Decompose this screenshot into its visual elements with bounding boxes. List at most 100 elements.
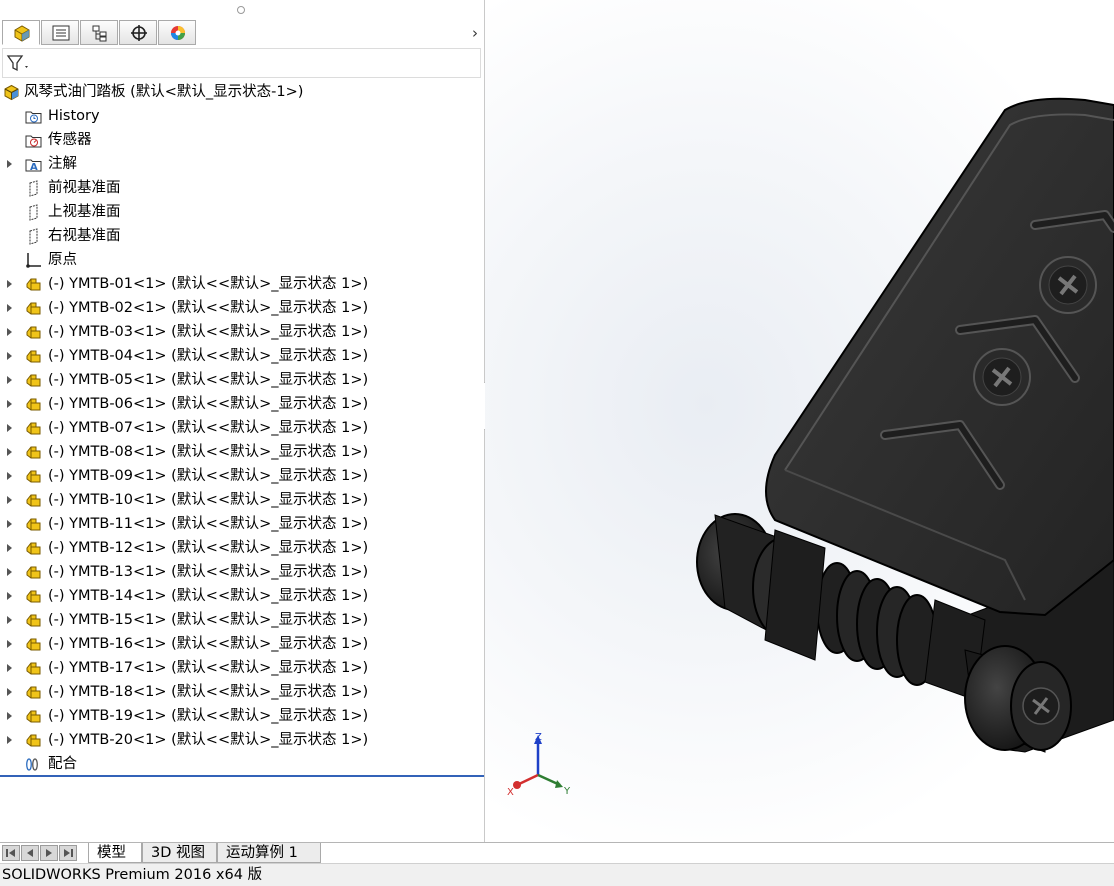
svg-text:A: A xyxy=(30,162,38,173)
part-component-icon xyxy=(26,566,41,579)
coordinate-triad: Z X Y xyxy=(507,732,571,798)
display-manager-tab-icon xyxy=(171,26,185,40)
last-arrow-icon xyxy=(64,849,73,857)
triad-x-label: X xyxy=(507,787,514,798)
expand-arrow-icon[interactable] xyxy=(7,616,12,624)
assembly-icon xyxy=(4,84,19,101)
feature-tree-filter[interactable] xyxy=(2,48,481,78)
tree-item-label: (-) YMTB-16<1> (默认<<默认>_显示状态 1>) xyxy=(48,636,369,652)
part-component-icon xyxy=(26,278,41,291)
featuremanager-tab[interactable] xyxy=(2,20,40,45)
expand-arrow-icon[interactable] xyxy=(7,520,12,528)
tab-motion-study[interactable]: 运动算例 1 xyxy=(217,843,321,863)
expand-arrow-icon[interactable] xyxy=(7,712,12,720)
filter-icon xyxy=(6,55,28,72)
triad-y-label: Y xyxy=(563,786,571,797)
triad-z-label: Z xyxy=(535,732,542,743)
propertymanager-tab-icon xyxy=(52,25,70,41)
bellows xyxy=(816,562,938,686)
part-component-icon xyxy=(26,662,41,675)
propertymanager-tab[interactable] xyxy=(41,20,79,45)
tab-overflow-arrow[interactable]: › xyxy=(472,24,478,42)
tree-item-label: (-) YMTB-02<1> (默认<<默认>_显示状态 1>) xyxy=(48,300,369,316)
tree-item-label: (-) YMTB-14<1> (默认<<默认>_显示状态 1>) xyxy=(48,588,369,604)
tree-item-label: (-) YMTB-20<1> (默认<<默认>_显示状态 1>) xyxy=(48,732,369,748)
plane-icon xyxy=(29,228,38,245)
scroll-last-button[interactable] xyxy=(59,845,77,861)
tree-item-label: (-) YMTB-11<1> (默认<<默认>_显示状态 1>) xyxy=(48,516,369,532)
expand-arrow-icon[interactable] xyxy=(7,280,12,288)
expand-arrow-icon[interactable] xyxy=(7,472,12,480)
pedal-3d-model xyxy=(696,97,1114,753)
tree-item-label: (-) YMTB-15<1> (默认<<默认>_显示状态 1>) xyxy=(48,612,369,628)
part-component-icon xyxy=(26,494,41,507)
tree-item-label: 注解 xyxy=(48,156,77,172)
part-component-icon xyxy=(26,326,41,339)
tab-model[interactable]: 模型 xyxy=(88,843,142,863)
tree-item-label: (-) YMTB-17<1> (默认<<默认>_显示状态 1>) xyxy=(48,660,369,676)
expand-arrow-icon[interactable] xyxy=(7,568,12,576)
part-component-icon xyxy=(26,422,41,435)
part-component-icon xyxy=(26,614,41,627)
expand-arrow-icon[interactable] xyxy=(7,592,12,600)
tree-item-label: 上视基准面 xyxy=(48,204,121,220)
part-component-icon xyxy=(26,398,41,411)
expand-arrow-icon[interactable] xyxy=(7,688,12,696)
bottom-tab-bar: 模型 3D 视图 运动算例 1 xyxy=(0,842,1114,864)
mates-icon xyxy=(26,758,38,771)
expand-arrow-icon[interactable] xyxy=(7,304,12,312)
tree-item-label: 原点 xyxy=(48,252,77,268)
tree-item-label: (-) YMTB-10<1> (默认<<默认>_显示状态 1>) xyxy=(48,492,369,508)
part-component-icon xyxy=(26,686,41,699)
tree-item-label: (-) YMTB-05<1> (默认<<默认>_显示状态 1>) xyxy=(48,372,369,388)
display-manager-tab[interactable] xyxy=(158,20,196,45)
expand-arrow-icon[interactable] xyxy=(7,544,12,552)
tree-root-label: 风琴式油门踏板 (默认<默认_显示状态-1>) xyxy=(24,84,304,100)
part-component-icon xyxy=(26,302,41,315)
tree-item-label: 右视基准面 xyxy=(48,228,121,244)
plane-icon xyxy=(29,180,38,197)
scroll-next-button[interactable] xyxy=(40,845,58,861)
tree-item-label: (-) YMTB-03<1> (默认<<默认>_显示状态 1>) xyxy=(48,324,369,340)
tree-item-label: (-) YMTB-18<1> (默认<<默认>_显示状态 1>) xyxy=(48,684,369,700)
scroll-first-button[interactable] xyxy=(2,845,20,861)
expand-arrow-icon[interactable] xyxy=(7,376,12,384)
expand-arrow-icon[interactable] xyxy=(7,736,12,744)
tree-item-label: (-) YMTB-19<1> (默认<<默认>_显示状态 1>) xyxy=(48,708,369,724)
tree-item-label: (-) YMTB-06<1> (默认<<默认>_显示状态 1>) xyxy=(48,396,369,412)
manager-tab-strip: › xyxy=(0,20,484,47)
expand-arrow-icon[interactable] xyxy=(7,352,12,360)
expand-arrow-icon[interactable] xyxy=(7,664,12,672)
origin-icon xyxy=(26,253,41,268)
scroll-prev-button[interactable] xyxy=(21,845,39,861)
annotations-folder-icon: A xyxy=(25,159,42,173)
sensors-folder-icon xyxy=(25,135,42,148)
first-arrow-icon xyxy=(6,849,15,857)
expand-arrow-icon[interactable] xyxy=(7,448,12,456)
expand-arrow-icon[interactable] xyxy=(7,328,12,336)
configurationmanager-tab[interactable] xyxy=(80,20,118,45)
expand-arrow-icon[interactable] xyxy=(7,640,12,648)
expand-arrow-icon[interactable] xyxy=(7,160,12,168)
tree-item-label: (-) YMTB-09<1> (默认<<默认>_显示状态 1>) xyxy=(48,468,369,484)
tab-3d-view[interactable]: 3D 视图 xyxy=(142,843,217,863)
part-component-icon xyxy=(26,446,41,459)
status-bar: SOLIDWORKS Premium 2016 x64 版 xyxy=(0,863,1114,886)
tree-item-label: 前视基准面 xyxy=(48,180,121,196)
expand-arrow-icon[interactable] xyxy=(7,400,12,408)
panel-resize-grip[interactable] xyxy=(237,6,245,14)
tree-item-label: 传感器 xyxy=(48,132,92,148)
part-component-icon xyxy=(26,374,41,387)
dimxpert-tab[interactable] xyxy=(119,20,157,45)
graphics-area[interactable]: Z X Y xyxy=(485,0,1114,842)
part-component-icon xyxy=(26,734,41,747)
history-folder-icon xyxy=(25,111,42,124)
featuremanager-tab-icon xyxy=(14,25,30,42)
part-component-icon xyxy=(26,350,41,363)
expand-arrow-icon[interactable] xyxy=(7,496,12,504)
expand-arrow-icon[interactable] xyxy=(7,424,12,432)
tree-item-label: (-) YMTB-08<1> (默认<<默认>_显示状态 1>) xyxy=(48,444,369,460)
tree-item-label: (-) YMTB-04<1> (默认<<默认>_显示状态 1>) xyxy=(48,348,369,364)
tree-end-marker xyxy=(0,775,484,777)
part-component-icon xyxy=(26,470,41,483)
